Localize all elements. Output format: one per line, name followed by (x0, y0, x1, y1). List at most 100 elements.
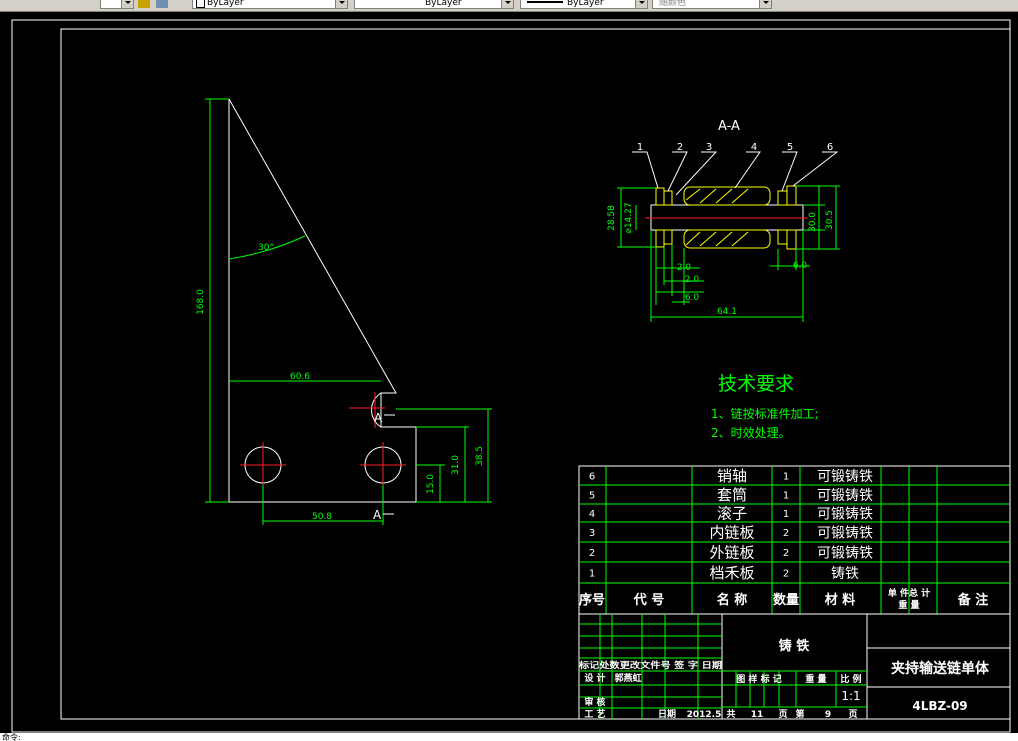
bom-cell-no: 6 (589, 471, 595, 482)
dim-28-58: 28.58 (607, 205, 617, 231)
tech-requirements: 技术要求 1、链按标准件加工; 2、时效处理。 (711, 373, 819, 440)
color-combo[interactable]: ByLayer (192, 0, 348, 9)
section-view: A-A 1 2 3 4 5 6 28.58 ⌀14.27 30.0 30.5 2… (607, 119, 840, 322)
chevron-down-icon (635, 0, 647, 8)
bom-cell-qty: 1 (783, 509, 789, 520)
tb-drawing-number: 4LBZ-09 (912, 699, 967, 713)
tb-total-label: 共 (726, 708, 735, 720)
bom-cell-no: 2 (589, 548, 595, 559)
tb-process-label: 工 艺 (584, 708, 605, 720)
dim-30: 30.0 (808, 212, 818, 232)
lineweight-sample-icon (527, 1, 563, 3)
tb-scale: 1:1 (841, 689, 860, 703)
tb-designer: 郭燕虹 (614, 672, 641, 684)
lineweight-combo[interactable]: ByLayer (520, 0, 648, 9)
tech-line-1: 1、链按标准件加工; (711, 406, 819, 421)
title-block: 铸 铁 夹持输送链单体 4LBZ-09 标记处数更改文件号 签 字 日期 设 计… (578, 613, 1011, 720)
dim-31: 31.0 (451, 455, 461, 475)
dim-6-a: 6.0 (685, 293, 700, 303)
dim-64-1: 64.1 (717, 307, 737, 317)
bom-cell-mat: 可锻铸铁 (817, 545, 873, 561)
drawing-canvas[interactable]: 168.0 30° 60.6 50.8 15.0 31.0 38.5 A A A… (0, 12, 1018, 733)
main-dimensions (205, 98, 492, 525)
tech-line-2: 2、时效处理。 (711, 425, 791, 440)
bom-cell-name: 档禾板 (709, 564, 754, 582)
command-prompt: 命令: (2, 733, 21, 741)
bom-cell-no: 5 (589, 490, 595, 501)
bom-cell-no: 4 (589, 509, 595, 520)
section-mark-bottom: A (373, 508, 382, 522)
tb-material: 铸 铁 (779, 638, 810, 654)
chevron-down-icon (335, 0, 347, 8)
tb-stage-label: 图 样 标 记 (736, 673, 781, 685)
bom-cell-no: 3 (589, 528, 595, 539)
plotstyle-combo-value: 随颜色 (659, 0, 687, 8)
bom-cell-qty: 1 (783, 490, 789, 501)
callout-6: 6 (827, 142, 833, 153)
dim-38-5: 38.5 (475, 446, 485, 466)
linetype-combo[interactable]: ByLayer (354, 0, 514, 9)
callout-5: 5 (787, 142, 793, 153)
callout-leaders (632, 151, 839, 196)
chevron-down-icon (501, 0, 513, 8)
section-mark-top: A (374, 411, 383, 425)
layer-icon[interactable] (138, 0, 150, 8)
sheet-inner-border (60, 28, 1011, 720)
bom-header-name: 名 称 (717, 592, 748, 608)
plotstyle-combo[interactable]: 随颜色 (652, 0, 772, 9)
main-part-view: 168.0 30° 60.6 50.8 15.0 31.0 38.5 A A (196, 98, 492, 525)
bom-table (578, 465, 1011, 615)
tb-revision-header: 标记处数更改文件号 签 字 日期 (578, 660, 723, 671)
dim-6-b: 6.0 (793, 261, 808, 271)
layer-tools-combo[interactable] (100, 0, 134, 9)
bom-cell-name: 套筒 (717, 486, 747, 504)
bom-header-no: 序号 (579, 592, 605, 608)
bom-cell-mat: 可锻铸铁 (817, 469, 873, 485)
lineweight-combo-value: ByLayer (567, 0, 604, 8)
dim-30-5: 30.5 (825, 210, 835, 230)
callout-3: 3 (706, 142, 712, 153)
bom-rows: 6 销轴 1 可锻铸铁 5 套筒 1 可锻铸铁 4 滚子 1 可锻铸铁 3 内链板 2 可锻铸铁 2 外链板 2 可锻… (589, 467, 873, 582)
callout-2: 2 (677, 142, 683, 153)
section-title: A-A (718, 119, 740, 134)
bom-cell-qty: 1 (783, 471, 789, 482)
bom-cell-qty: 2 (783, 568, 789, 579)
tb-page-unit-2: 页 (848, 709, 857, 720)
chevron-down-icon (759, 0, 771, 8)
bom-cell-name: 内链板 (709, 524, 754, 542)
dim-50-8: 50.8 (312, 512, 332, 522)
bom-cell-qty: 2 (783, 528, 789, 539)
tb-total-pages: 11 (751, 710, 764, 720)
bom-header-weight: 重 量 (898, 599, 919, 611)
bom-header-remark: 备 注 (957, 592, 989, 608)
sheet-outer-border (11, 19, 1011, 733)
bom-cell-mat: 可锻铸铁 (817, 506, 873, 522)
tb-date: 2012.5 (687, 710, 722, 720)
tech-title: 技术要求 (718, 373, 794, 395)
color-swatch-icon (196, 0, 205, 8)
command-line[interactable]: 命令: (0, 733, 1018, 741)
dim-14-27: ⌀14.27 (624, 202, 634, 233)
bom-cell-name: 滚子 (717, 505, 747, 523)
bom-cell-qty: 2 (783, 548, 789, 559)
bom-header-material: 材 料 (825, 592, 856, 608)
linetype-combo-value: ByLayer (425, 0, 462, 8)
bom-cell-mat: 铸铁 (831, 566, 859, 582)
bom-header: 序号 代 号 名 称 数量 材 料 单 件总 计 重 量 备 注 (579, 587, 988, 611)
bom-cell-name: 外链板 (709, 544, 754, 562)
callout-4: 4 (751, 142, 757, 153)
dim-2-a: 2.0 (677, 263, 692, 273)
color-combo-value: ByLayer (207, 0, 244, 8)
dim-2-b: 2.0 (685, 275, 700, 285)
bom-header-qty: 数量 (773, 592, 799, 608)
tb-weight-label: 重 量 (805, 673, 826, 685)
bom-header-unit-total: 单 件总 计 (888, 587, 930, 599)
tb-sheet-number: 9 (825, 710, 831, 720)
tb-scale-label: 比 例 (840, 673, 861, 685)
tb-check-label: 审 核 (584, 696, 605, 708)
layer-previous-icon[interactable] (156, 0, 168, 8)
bom-cell-no: 1 (589, 568, 595, 579)
dim-15: 15.0 (426, 474, 436, 494)
dim-60-6: 60.6 (290, 372, 310, 382)
bom-cell-mat: 可锻铸铁 (817, 488, 873, 504)
